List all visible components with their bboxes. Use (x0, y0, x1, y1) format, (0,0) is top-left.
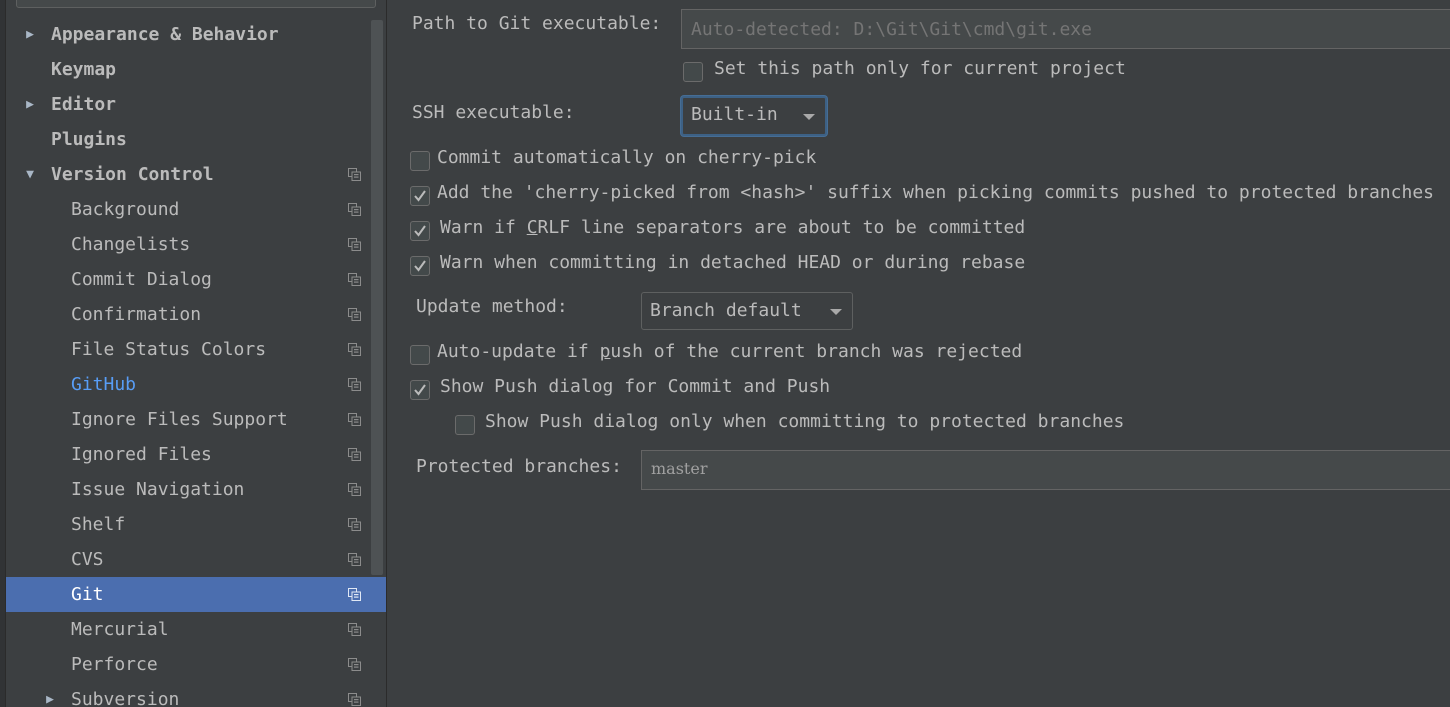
checkmark-icon (414, 384, 426, 396)
sidebar-item-label: CVS (71, 549, 104, 570)
warn-crlf-label: Warn if CRLF line separators are about t… (440, 217, 1026, 238)
protected-branches-value: master (651, 459, 708, 478)
checkmark-icon (414, 225, 426, 237)
auto-update-rejected-checkbox[interactable] (410, 345, 430, 365)
git-path-input[interactable] (681, 9, 1450, 49)
sidebar-item-label: Git (71, 584, 104, 605)
sidebar-item-subversion[interactable]: ▶ Subversion (6, 682, 386, 707)
cherry-picked-suffix-checkbox[interactable] (410, 186, 430, 206)
expand-right-icon[interactable]: ▶ (40, 682, 60, 707)
sidebar-item-appearance-behavior[interactable]: ▶ Appearance & Behavior (6, 17, 386, 52)
show-push-protected-only-label: Show Push dialog only when committing to… (485, 411, 1125, 432)
project-level-icon (348, 553, 361, 566)
sidebar-item-label: Shelf (71, 514, 126, 535)
sidebar-item-label: Ignore Files Support (71, 409, 288, 430)
set-path-project-label: Set this path only for current project (714, 58, 1126, 79)
project-level-icon (348, 588, 361, 601)
project-level-icon (348, 273, 361, 286)
warn-detached-head-label: Warn when committing in detached HEAD or… (440, 252, 1026, 273)
project-level-icon (348, 343, 361, 356)
sidebar-item-cvs[interactable]: CVS (6, 542, 386, 577)
sidebar-item-label: Issue Navigation (71, 479, 245, 500)
project-level-icon (348, 203, 361, 216)
cherry-picked-suffix-label: Add the 'cherry-picked from <hash>' suff… (437, 182, 1434, 203)
sidebar-item-label: Version Control (51, 164, 214, 185)
project-level-icon (348, 693, 361, 706)
sidebar-scrollbar[interactable] (371, 20, 383, 575)
commit-auto-cherry-pick-label: Commit automatically on cherry-pick (437, 147, 817, 168)
sidebar-item-label: Plugins (51, 129, 127, 150)
sidebar-item-commit-dialog[interactable]: Commit Dialog (6, 262, 386, 297)
update-method-combo[interactable]: Branch default (641, 292, 853, 330)
git-path-label: Path to Git executable: (412, 13, 662, 34)
protected-branches-input[interactable]: master (641, 450, 1450, 490)
sidebar-item-label: Ignored Files (71, 444, 212, 465)
project-level-icon (348, 518, 361, 531)
project-level-icon (348, 658, 361, 671)
sidebar-item-label: Background (71, 199, 180, 220)
sidebar-item-ignore-files-support[interactable]: Ignore Files Support (6, 402, 386, 437)
sidebar-item-label: Appearance & Behavior (51, 24, 279, 45)
warn-crlf-checkbox[interactable] (410, 221, 430, 241)
sidebar-item-label: GitHub (71, 374, 137, 395)
project-level-icon (348, 448, 361, 461)
sidebar-item-ignored-files[interactable]: Ignored Files (6, 437, 386, 472)
expand-down-icon[interactable]: ▼ (20, 157, 40, 192)
set-path-project-checkbox[interactable] (683, 62, 703, 82)
checkmark-icon (414, 190, 426, 202)
sidebar-item-issue-navigation[interactable]: Issue Navigation (6, 472, 386, 507)
sidebar-item-version-control[interactable]: ▼ Version Control (6, 157, 386, 192)
sidebar-item-label: Editor (51, 94, 117, 115)
sidebar-item-changelists[interactable]: Changelists (6, 227, 386, 262)
warn-detached-head-checkbox[interactable] (410, 256, 430, 276)
settings-dialog: ▶ Appearance & Behavior Keymap ▶ Editor Plugi… (0, 0, 1450, 707)
sidebar-item-label: Perforce (71, 654, 158, 675)
project-level-icon (348, 238, 361, 251)
project-level-icon (348, 168, 361, 181)
sidebar-item-git[interactable]: Git (6, 577, 386, 612)
sidebar-item-label: Confirmation (71, 304, 202, 325)
ssh-executable-value: Built-in (691, 104, 778, 125)
git-settings-panel: Path to Git executable: Set this path on… (387, 0, 1450, 707)
sidebar-item-label: Keymap (51, 59, 117, 80)
expand-right-icon[interactable]: ▶ (20, 87, 40, 122)
sidebar-item-label: File Status Colors (71, 339, 267, 360)
settings-sidebar: ▶ Appearance & Behavior Keymap ▶ Editor Plugi… (0, 0, 387, 707)
sidebar-item-confirmation[interactable]: Confirmation (6, 297, 386, 332)
checkmark-icon (414, 260, 426, 272)
sidebar-item-background[interactable]: Background (6, 192, 386, 227)
update-method-value: Branch default (650, 300, 802, 321)
show-push-dialog-label: Show Push dialog for Commit and Push (440, 376, 831, 397)
commit-auto-cherry-pick-checkbox[interactable] (410, 151, 430, 171)
settings-search-field[interactable] (16, 0, 376, 8)
sidebar-item-file-status-colors[interactable]: File Status Colors (6, 332, 386, 367)
show-push-dialog-checkbox[interactable] (410, 380, 430, 400)
project-level-icon (348, 378, 361, 391)
project-level-icon (348, 308, 361, 321)
sidebar-item-keymap[interactable]: Keymap (6, 52, 386, 87)
sidebar-item-label: Commit Dialog (71, 269, 212, 290)
sidebar-item-mercurial[interactable]: Mercurial (6, 612, 386, 647)
project-level-icon (348, 623, 361, 636)
expand-right-icon[interactable]: ▶ (20, 17, 40, 52)
sidebar-item-label: Mercurial (71, 619, 169, 640)
sidebar-item-shelf[interactable]: Shelf (6, 507, 386, 542)
protected-branches-label: Protected branches: (416, 456, 622, 477)
sidebar-item-github[interactable]: GitHub (6, 367, 386, 402)
chevron-down-icon (830, 309, 842, 315)
project-level-icon (348, 413, 361, 426)
show-push-protected-only-checkbox[interactable] (455, 415, 475, 435)
auto-update-rejected-label: Auto-update if push of the current branc… (437, 341, 1023, 362)
sidebar-item-plugins[interactable]: Plugins (6, 122, 386, 157)
project-level-icon (348, 483, 361, 496)
sidebar-item-label: Subversion (71, 689, 180, 707)
ssh-executable-combo[interactable]: Built-in (681, 96, 827, 136)
sidebar-item-perforce[interactable]: Perforce (6, 647, 386, 682)
update-method-label: Update method: (416, 296, 568, 317)
sidebar-item-editor[interactable]: ▶ Editor (6, 87, 386, 122)
chevron-down-icon (803, 114, 815, 120)
ssh-executable-label: SSH executable: (412, 102, 575, 123)
sidebar-item-label: Changelists (71, 234, 191, 255)
